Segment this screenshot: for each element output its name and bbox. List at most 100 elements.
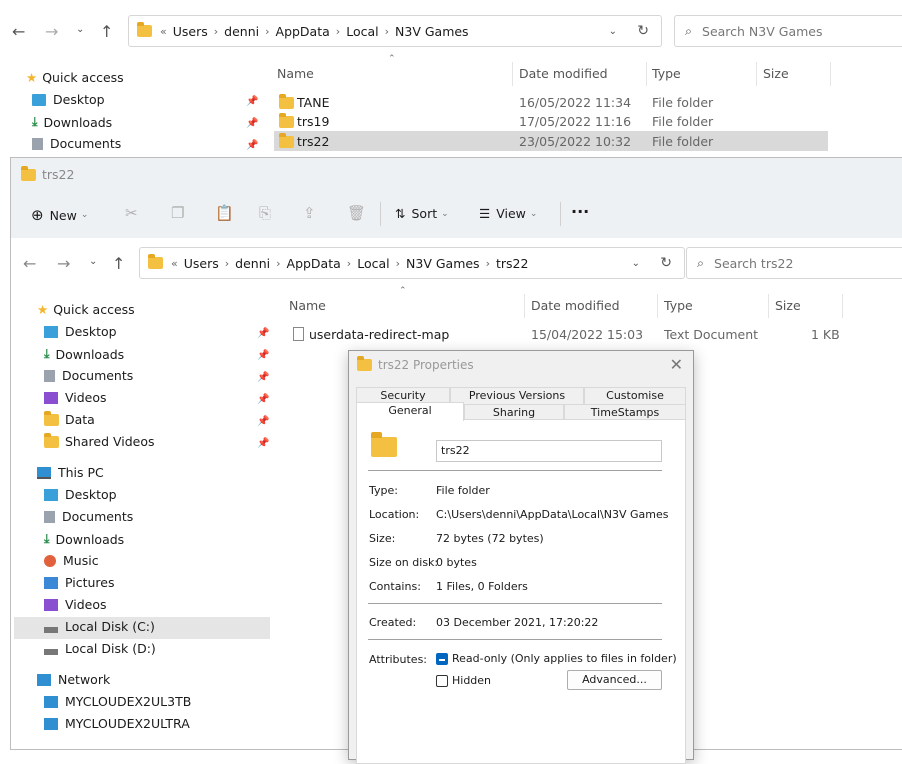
back-arrow-icon[interactable]: ← xyxy=(12,22,25,41)
nav-downloads[interactable]: ⤓ Downloads xyxy=(32,114,112,130)
nav-pc-pictures[interactable]: Pictures xyxy=(44,575,115,590)
cut-icon[interactable]: ✂ xyxy=(125,204,138,222)
up-arrow-icon[interactable]: ↑ xyxy=(112,254,125,273)
forward-arrow-icon[interactable]: → xyxy=(45,22,58,41)
overflow-chevron-icon[interactable]: « xyxy=(160,25,167,38)
search-input[interactable]: ⌕ Search trs22 xyxy=(686,247,902,279)
share-icon[interactable]: ⇪ xyxy=(303,204,316,222)
hidden-checkbox[interactable]: Hidden xyxy=(436,674,491,687)
tab-previous-versions[interactable]: Previous Versions xyxy=(450,387,584,404)
nav-pc-documents[interactable]: Documents xyxy=(44,509,133,524)
col-type[interactable]: Type xyxy=(664,298,693,313)
folder-name-field[interactable]: trs22 xyxy=(436,440,662,462)
file-row[interactable]: trs19 17/05/2022 11:16 File folder xyxy=(274,111,828,131)
paste-icon[interactable]: 📋 xyxy=(215,204,234,222)
divider xyxy=(368,603,662,604)
nav-quick-access[interactable]: ★ Quick access xyxy=(26,70,124,85)
col-size[interactable]: Size xyxy=(775,298,801,313)
more-options-button[interactable]: ··· xyxy=(571,202,589,221)
file-row-selected[interactable]: trs22 23/05/2022 10:32 File folder xyxy=(274,131,828,151)
nav-network-drive-1[interactable]: MYCLOUDEX2UL3TB xyxy=(44,694,191,709)
pin-icon[interactable]: 📌 xyxy=(257,416,269,427)
nav-pc-downloads[interactable]: ⤓ Downloads xyxy=(44,531,124,547)
nav-this-pc[interactable]: This PC xyxy=(37,465,104,480)
col-name[interactable]: Name xyxy=(289,298,326,313)
forward-arrow-icon[interactable]: → xyxy=(57,254,70,273)
nav-local-disk-d[interactable]: Local Disk (D:) xyxy=(44,641,156,656)
nav-videos[interactable]: Videos xyxy=(44,390,107,405)
chevron-down-icon: ⌄ xyxy=(441,208,449,219)
documents-icon xyxy=(32,137,43,150)
readonly-checkbox[interactable]: Read-only (Only applies to files in fold… xyxy=(436,652,677,665)
pin-icon[interactable]: 📌 xyxy=(257,350,269,361)
copy-icon[interactable]: ❐ xyxy=(171,204,184,222)
text-file-icon xyxy=(293,327,304,341)
delete-icon[interactable]: 🗑 xyxy=(347,204,366,222)
breadcrumb-appdata[interactable]: AppData xyxy=(287,256,341,271)
file-row[interactable]: TANE 16/05/2022 11:34 File folder xyxy=(274,92,828,112)
sort-button[interactable]: ⇅ Sort ⌄ xyxy=(395,206,449,221)
breadcrumb-n3v-games[interactable]: N3V Games xyxy=(406,256,480,271)
nav-downloads[interactable]: ⤓ Downloads xyxy=(44,346,124,362)
address-bar[interactable]: « Users › denni › AppData › Local › N3V Game… xyxy=(139,247,685,279)
address-dropdown-icon[interactable]: ⌄ xyxy=(632,258,640,269)
new-button[interactable]: ⊕ New ⌄ xyxy=(31,206,88,224)
chevron-down-icon: ⌄ xyxy=(80,210,89,220)
nav-shared-videos[interactable]: Shared Videos xyxy=(44,432,155,449)
breadcrumb-trs22[interactable]: trs22 xyxy=(496,256,528,271)
col-date[interactable]: Date modified xyxy=(531,298,620,313)
desktop-icon xyxy=(44,325,58,338)
pin-icon[interactable]: 📌 xyxy=(257,328,269,339)
breadcrumb-appdata[interactable]: AppData xyxy=(276,24,330,39)
col-type[interactable]: Type xyxy=(652,66,681,81)
advanced-button[interactable]: Advanced... xyxy=(567,670,662,690)
nav-pc-videos[interactable]: Videos xyxy=(44,597,107,612)
nav-network-drive-2[interactable]: MYCLOUDEX2ULTRA xyxy=(44,716,190,731)
nav-quick-access[interactable]: ★ Quick access xyxy=(37,302,135,317)
search-input[interactable]: ⌕ Search N3V Games xyxy=(674,15,902,47)
address-bar[interactable]: « Users › denni › AppData › Local › N3V Game… xyxy=(128,15,662,47)
pin-icon[interactable]: 📌 xyxy=(257,372,269,383)
view-button[interactable]: ☰ View ⌄ xyxy=(479,206,537,221)
checkbox-indeterminate-icon xyxy=(436,653,448,665)
nav-documents[interactable]: Documents xyxy=(44,368,133,383)
nav-local-disk-c[interactable]: Local Disk (C:) xyxy=(44,619,155,634)
pin-icon[interactable]: 📌 xyxy=(246,140,258,151)
file-row[interactable]: userdata-redirect-map 15/04/2022 15:03 T… xyxy=(287,324,847,344)
refresh-icon[interactable]: ↻ xyxy=(637,23,649,39)
nav-documents[interactable]: Documents xyxy=(32,136,121,151)
tab-customise[interactable]: Customise xyxy=(584,387,686,404)
close-icon[interactable]: ✕ xyxy=(670,355,683,374)
pin-icon[interactable]: 📌 xyxy=(246,96,258,107)
search-placeholder: Search trs22 xyxy=(714,255,794,271)
col-name[interactable]: Name xyxy=(277,66,314,81)
breadcrumb-n3v-games[interactable]: N3V Games xyxy=(395,24,469,39)
pin-icon[interactable]: 📌 xyxy=(246,118,258,129)
desktop-icon xyxy=(44,488,58,501)
up-arrow-icon[interactable]: ↑ xyxy=(100,22,113,41)
recent-chevron-icon[interactable]: ⌄ xyxy=(76,24,84,35)
back-arrow-icon[interactable]: ← xyxy=(23,254,36,273)
nav-pc-music[interactable]: Music xyxy=(44,553,99,568)
tab-general[interactable]: General xyxy=(356,402,464,421)
breadcrumb-local[interactable]: Local xyxy=(346,24,378,39)
breadcrumb-users[interactable]: Users xyxy=(184,256,219,271)
recent-chevron-icon[interactable]: ⌄ xyxy=(89,256,97,267)
breadcrumb-users[interactable]: Users xyxy=(173,24,208,39)
pin-icon[interactable]: 📌 xyxy=(257,438,269,449)
nav-network[interactable]: Network xyxy=(37,672,110,687)
col-date[interactable]: Date modified xyxy=(519,66,608,81)
rename-icon[interactable]: ⎘ xyxy=(259,204,271,222)
nav-pc-desktop[interactable]: Desktop xyxy=(44,487,117,502)
overflow-chevron-icon[interactable]: « xyxy=(171,257,178,270)
nav-desktop[interactable]: Desktop xyxy=(44,324,117,339)
pin-icon[interactable]: 📌 xyxy=(257,394,269,405)
refresh-icon[interactable]: ↻ xyxy=(660,255,672,271)
nav-data[interactable]: Data xyxy=(44,410,95,427)
breadcrumb-denni[interactable]: denni xyxy=(224,24,259,39)
col-size[interactable]: Size xyxy=(763,66,789,81)
breadcrumb-local[interactable]: Local xyxy=(357,256,389,271)
breadcrumb-denni[interactable]: denni xyxy=(235,256,270,271)
nav-desktop[interactable]: Desktop xyxy=(32,92,105,107)
address-dropdown-icon[interactable]: ⌄ xyxy=(609,26,617,37)
